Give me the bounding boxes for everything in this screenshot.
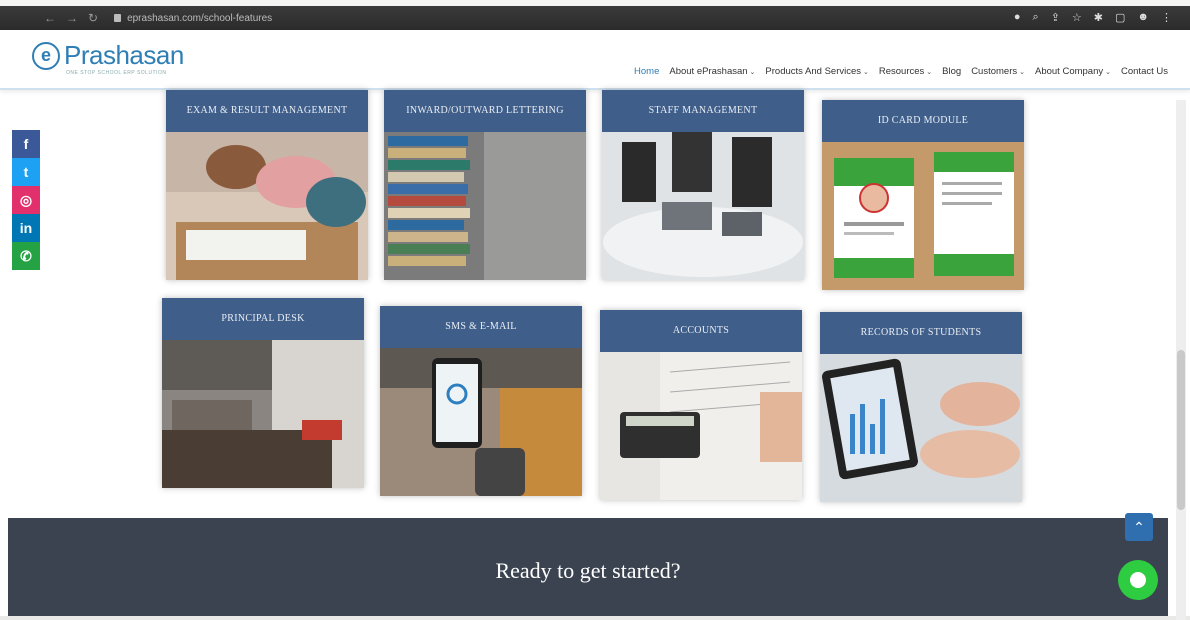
extensions-icon[interactable]: ✱ xyxy=(1094,11,1103,24)
feature-title: STAFF MANAGEMENT xyxy=(602,90,804,132)
address-bar-text: eprashasan.com/school-features xyxy=(127,12,273,24)
menu-about-company[interactable]: About Company ⌄ xyxy=(1035,66,1111,77)
feature-card-principal[interactable]: PRINCIPAL DESK xyxy=(162,298,364,488)
menu-about-company-label: About Company xyxy=(1035,66,1104,77)
logo-tagline: ONE STOP SCHOOL ERP SOLUTION xyxy=(66,70,167,76)
calculator-image xyxy=(600,352,802,500)
feature-card-staff[interactable]: STAFF MANAGEMENT xyxy=(602,90,804,280)
chat-button[interactable] xyxy=(1118,560,1158,600)
google-icon[interactable]: ● xyxy=(1014,11,1021,24)
profile-icon[interactable]: ☻ xyxy=(1137,11,1149,24)
menu-resources[interactable]: Resources ⌄ xyxy=(879,66,932,77)
feature-card-lettering[interactable]: INWARD/OUTWARD LETTERING xyxy=(384,90,586,280)
menu-blog[interactable]: Blog xyxy=(942,66,961,77)
browser-toolbar: ← → ↻ eprashasan.com/school-features ● ⌕… xyxy=(0,6,1190,30)
chevron-down-icon: ⌄ xyxy=(863,69,869,76)
zoom-icon[interactable]: ⌕ xyxy=(1033,11,1039,24)
feature-card-sms[interactable]: SMS & E-MAIL xyxy=(380,306,582,496)
menu-about-label: About ePrashasan xyxy=(669,66,748,77)
logo-name: Prashasan xyxy=(64,40,184,70)
chevron-down-icon: ⌄ xyxy=(749,69,756,76)
scrollbar-thumb[interactable] xyxy=(1177,350,1185,510)
tablet-image xyxy=(820,354,1022,502)
books-image xyxy=(384,132,586,280)
facebook-icon[interactable]: f xyxy=(12,130,40,158)
id-card-image xyxy=(822,142,1024,290)
meeting-image xyxy=(602,132,804,280)
menu-blog-label: Blog xyxy=(942,66,962,77)
chevron-down-icon: ⌄ xyxy=(1019,69,1025,76)
site-header: e Prashasan ONE STOP SCHOOL ERP SOLUTION… xyxy=(0,30,1190,90)
share-icon[interactable]: ⇪ xyxy=(1051,11,1060,24)
feature-title: RECORDS OF STUDENTS xyxy=(820,312,1022,354)
social-share-bar: f t ◎ in ✆ xyxy=(12,130,40,270)
feature-title: PRINCIPAL DESK xyxy=(162,298,364,340)
feature-card-records[interactable]: RECORDS OF STUDENTS xyxy=(820,312,1022,502)
menu-customers-label: Customers xyxy=(971,66,1018,77)
feature-card-exam[interactable]: EXAM & RESULT MANAGEMENT xyxy=(166,90,368,280)
star-icon[interactable]: ☆ xyxy=(1072,11,1082,24)
lock-icon xyxy=(114,14,122,22)
sidepanel-icon[interactable]: ▢ xyxy=(1115,11,1125,24)
whatsapp-icon[interactable]: ✆ xyxy=(12,242,40,270)
chat-icon xyxy=(1130,572,1146,588)
browser-actions: ● ⌕ ⇪ ☆ ✱ ▢ ☻ ⋮ xyxy=(1014,11,1172,24)
logo-mark-icon: e xyxy=(32,41,60,70)
menu-products[interactable]: Products And Services ⌄ xyxy=(765,66,868,77)
menu-about[interactable]: About ePrashasan ⌄ xyxy=(669,66,755,77)
forward-icon[interactable]: → xyxy=(66,11,78,25)
cta-banner: Ready to get started? xyxy=(8,518,1168,616)
feature-card-accounts[interactable]: ACCOUNTS xyxy=(600,310,802,500)
reload-icon[interactable]: ↻ xyxy=(88,11,98,25)
office-desk-image xyxy=(162,340,364,488)
chevron-down-icon: ⌄ xyxy=(1105,69,1111,76)
menu-home[interactable]: Home xyxy=(634,66,659,77)
back-icon[interactable]: ← xyxy=(44,11,56,25)
feature-title: SMS & E-MAIL xyxy=(380,306,582,348)
chevron-up-icon: ⌃ xyxy=(1133,518,1145,535)
scroll-to-top-button[interactable]: ⌃ xyxy=(1125,513,1153,541)
menu-customers[interactable]: Customers ⌄ xyxy=(971,66,1025,77)
browser-nav: ← → ↻ xyxy=(44,11,98,25)
menu-home-label: Home xyxy=(634,66,660,77)
chevron-down-icon: ⌄ xyxy=(926,69,933,76)
cta-text: Ready to get started? xyxy=(495,558,681,583)
main-menu: Home About ePrashasan ⌄ Products And Serv… xyxy=(634,66,1168,77)
feature-title: INWARD/OUTWARD LETTERING xyxy=(384,90,586,132)
instagram-icon[interactable]: ◎ xyxy=(12,186,40,214)
twitter-icon[interactable]: t xyxy=(12,158,40,186)
menu-products-label: Products And Services xyxy=(765,66,861,77)
menu-contact[interactable]: Contact Us xyxy=(1121,66,1168,77)
feature-title: EXAM & RESULT MANAGEMENT xyxy=(166,90,368,132)
phone-image xyxy=(380,348,582,496)
page-scrollbar[interactable] xyxy=(1176,100,1186,620)
address-bar[interactable]: eprashasan.com/school-features xyxy=(114,13,272,24)
exam-image xyxy=(166,132,368,280)
feature-title: ID CARD MODULE xyxy=(822,100,1024,142)
menu-resources-label: Resources xyxy=(878,66,925,77)
website: e Prashasan ONE STOP SCHOOL ERP SOLUTION… xyxy=(0,30,1190,620)
site-logo[interactable]: e Prashasan ONE STOP SCHOOL ERP SOLUTION xyxy=(32,40,184,76)
feature-card-idcard[interactable]: ID CARD MODULE xyxy=(822,100,1024,290)
more-icon[interactable]: ⋮ xyxy=(1161,11,1172,24)
linkedin-icon[interactable]: in xyxy=(12,214,40,242)
feature-title: ACCOUNTS xyxy=(600,310,802,352)
menu-contact-label: Contact Us xyxy=(1121,66,1168,77)
